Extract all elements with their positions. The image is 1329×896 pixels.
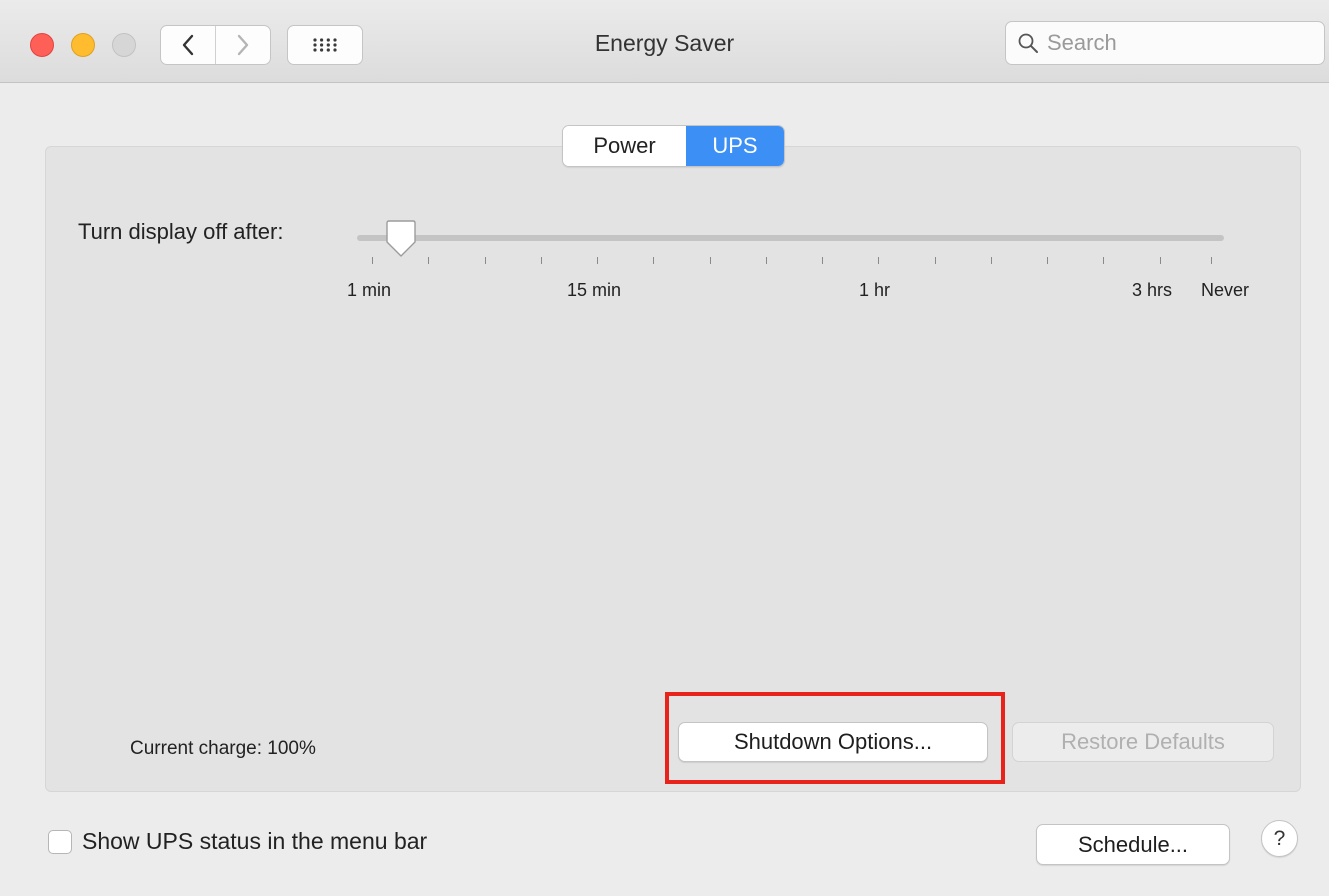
tick-label-1-hr: 1 hr bbox=[859, 280, 891, 300]
search-field[interactable] bbox=[1005, 21, 1325, 65]
slider-tick bbox=[878, 257, 879, 264]
search-input[interactable] bbox=[1047, 30, 1307, 56]
highlight-box bbox=[665, 692, 1005, 784]
slider-tick bbox=[766, 257, 767, 264]
slider-tick bbox=[991, 257, 992, 264]
tick-label-1-min: 1 min bbox=[347, 280, 392, 300]
slider-tick bbox=[710, 257, 711, 264]
slider-tick bbox=[428, 257, 429, 264]
grid-icon bbox=[313, 38, 337, 52]
chevron-left-icon bbox=[182, 34, 194, 56]
slider-tick bbox=[1103, 257, 1104, 264]
tab-ups[interactable]: UPS bbox=[686, 126, 784, 166]
schedule-button[interactable]: Schedule... bbox=[1036, 824, 1230, 865]
show-all-button[interactable] bbox=[287, 25, 363, 65]
zoom-window-button[interactable] bbox=[112, 33, 136, 57]
tick-label-never: Never bbox=[1201, 280, 1250, 300]
search-icon bbox=[1018, 33, 1038, 53]
display-sleep-label: Turn display off after: bbox=[78, 219, 284, 244]
back-forward-group bbox=[160, 25, 271, 65]
close-window-button[interactable] bbox=[30, 33, 54, 57]
slider-tick bbox=[935, 257, 936, 264]
restore-defaults-button[interactable]: Restore Defaults bbox=[1012, 722, 1274, 762]
slider-tick bbox=[1047, 257, 1048, 264]
tab-selector: Power UPS bbox=[562, 125, 785, 167]
slider-tick bbox=[597, 257, 598, 264]
slider-tick bbox=[541, 257, 542, 264]
minimize-window-button[interactable] bbox=[71, 33, 95, 57]
slider-tick bbox=[822, 257, 823, 264]
show-ups-status-label[interactable]: Show UPS status in the menu bar bbox=[82, 828, 427, 855]
back-button[interactable] bbox=[161, 26, 215, 64]
display-sleep-slider-track[interactable] bbox=[357, 235, 1224, 241]
tick-label-3-hrs: 3 hrs bbox=[1132, 280, 1173, 300]
title-bar: Energy Saver bbox=[0, 0, 1329, 83]
display-sleep-slider-thumb[interactable] bbox=[383, 220, 419, 260]
chevron-right-icon bbox=[237, 34, 249, 56]
current-charge-text: Current charge: 100% bbox=[130, 738, 316, 759]
slider-tick bbox=[1211, 257, 1212, 264]
slider-tick bbox=[372, 257, 373, 264]
help-button[interactable]: ? bbox=[1261, 820, 1298, 857]
slider-tick bbox=[653, 257, 654, 264]
slider-tick bbox=[485, 257, 486, 264]
show-ups-status-checkbox[interactable] bbox=[48, 830, 72, 854]
tab-power[interactable]: Power bbox=[563, 126, 686, 166]
forward-button[interactable] bbox=[215, 26, 270, 64]
slider-tick bbox=[1160, 257, 1161, 264]
tick-label-15-min: 15 min bbox=[567, 280, 622, 300]
